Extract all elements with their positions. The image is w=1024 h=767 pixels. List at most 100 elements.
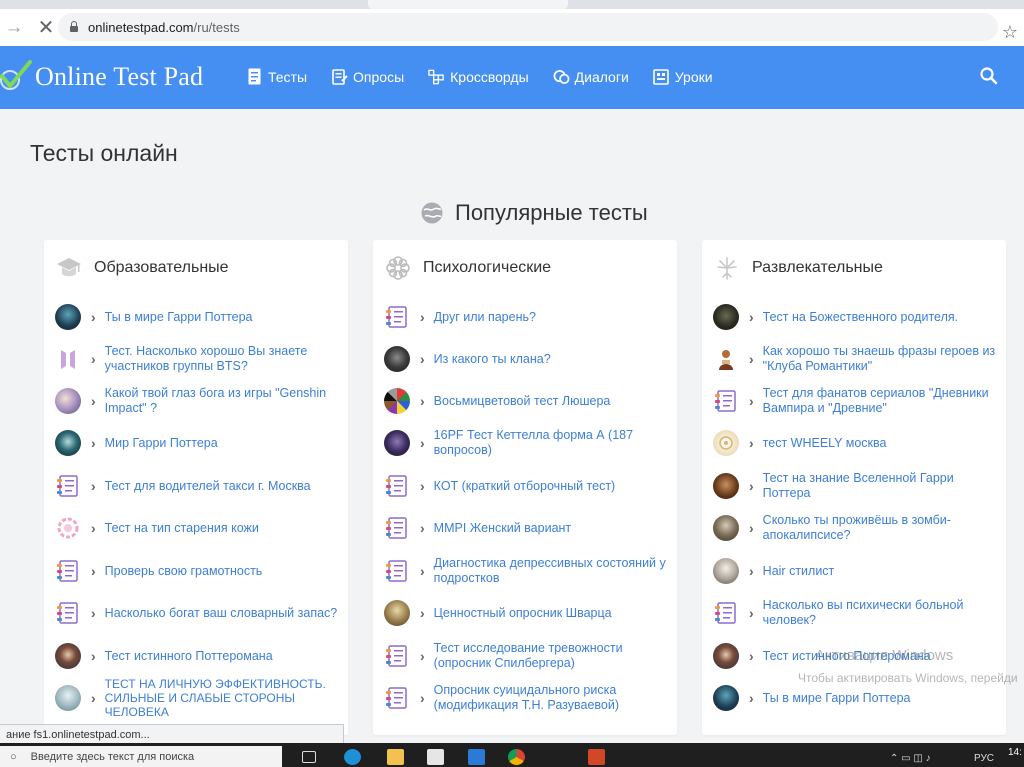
chevron-right-icon: › <box>420 393 425 409</box>
list-item[interactable]: › Сколько ты проживёшь в зомби-апокалипс… <box>713 508 1003 548</box>
test-link[interactable]: Ты в мире Гарри Поттера <box>105 310 253 325</box>
list-item[interactable]: › тест WHEELY москва <box>713 423 1003 463</box>
test-link[interactable]: Тест на знание Вселенной Гарри Поттера <box>763 471 1003 501</box>
test-thumbnail <box>55 388 81 414</box>
search-icon[interactable] <box>979 66 999 86</box>
test-link[interactable]: Друг или парень? <box>434 310 536 325</box>
list-item[interactable]: › Диагностика депрессивных состояний у п… <box>384 551 674 591</box>
test-link[interactable]: Мир Гарри Поттера <box>105 436 218 451</box>
list-item[interactable]: › Тест. Насколько хорошо Вы знаете участ… <box>55 339 345 379</box>
list-item[interactable]: › Какой твой глаз бога из игры "Genshin … <box>55 381 345 421</box>
chrome-icon[interactable] <box>508 749 525 765</box>
card-title[interactable]: Образовательные <box>94 259 229 277</box>
chevron-right-icon: › <box>420 690 425 706</box>
list-item[interactable]: › Как хорошо ты знаешь фразы героев из "… <box>713 339 1003 379</box>
crossword-icon <box>428 68 445 85</box>
list-item[interactable]: › Опросник суицидального риска (модифика… <box>384 678 674 718</box>
list-item[interactable]: › Тест на Божественного родителя. <box>713 297 1003 337</box>
test-link[interactable]: Как хорошо ты знаешь фразы героев из "Кл… <box>763 344 1003 374</box>
list-item[interactable]: › Тест исследование тревожности (опросни… <box>384 636 674 676</box>
list-item[interactable]: › MMPI Женский вариант <box>384 508 674 548</box>
test-link[interactable]: Опросник суицидального риска (модификаци… <box>434 683 674 713</box>
logo-check-icon[interactable] <box>0 56 32 96</box>
test-link[interactable]: КОТ (краткий отборочный тест) <box>434 479 616 494</box>
list-item[interactable]: › Тест на знание Вселенной Гарри Поттера <box>713 466 1003 506</box>
test-doc-icon <box>384 643 410 669</box>
list-item[interactable]: › 16PF Тест Кеттелла форма А (187 вопрос… <box>384 423 674 463</box>
clock[interactable]: 14: <box>1008 747 1022 758</box>
list-item[interactable]: › Друг или парень? <box>384 297 674 337</box>
test-thumbnail <box>55 515 81 541</box>
list-item[interactable]: › Проверь свою грамотность <box>55 551 345 591</box>
store-icon[interactable] <box>427 749 444 765</box>
test-link[interactable]: Восьмицветовой тест Люшера <box>434 394 611 409</box>
list-item[interactable]: › Тест для фанатов сериалов "Дневники Ва… <box>713 381 1003 421</box>
test-link[interactable]: Ценностный опросник Шварца <box>434 606 612 621</box>
test-link[interactable]: Диагностика депрессивных состояний у под… <box>434 556 674 586</box>
powerpoint-icon[interactable] <box>588 749 605 765</box>
list-item[interactable]: › Тест для водителей такси г. Москва <box>55 466 345 506</box>
test-link[interactable]: MMPI Женский вариант <box>434 521 571 536</box>
chevron-right-icon: › <box>420 478 425 494</box>
stop-loading-icon[interactable]: ✕ <box>33 15 59 41</box>
list-item[interactable]: › Насколько вы психически больной челове… <box>713 593 1003 633</box>
search-icon: ○ <box>10 750 17 763</box>
test-link[interactable]: Насколько богат ваш словарный запас? <box>105 606 338 621</box>
address-bar[interactable]: onlinetestpad.com/ru/tests <box>58 13 998 41</box>
test-link[interactable]: ТЕСТ НА ЛИЧНУЮ ЭФФЕКТИВНОСТЬ. СИЛЬНЫЕ И … <box>105 677 345 719</box>
test-link[interactable]: Тест. Насколько хорошо Вы знаете участни… <box>105 344 345 374</box>
list-item[interactable]: › КОТ (краткий отборочный тест) <box>384 466 674 506</box>
test-link[interactable]: Проверь свою грамотность <box>105 564 263 579</box>
test-link[interactable]: Тест истинного Поттеромана <box>105 649 273 664</box>
list-item[interactable]: › Ценностный опросник Шварца <box>384 593 674 633</box>
test-link[interactable]: Тест для водителей такси г. Москва <box>105 479 311 494</box>
list-item[interactable]: › Мир Гарри Поттера <box>55 423 345 463</box>
list-item[interactable]: › Ты в мире Гарри Поттера <box>55 297 345 337</box>
language-indicator[interactable]: РУС <box>974 753 994 764</box>
system-tray-icons[interactable]: ⌃ ▭ ◫ ♪ <box>890 753 931 764</box>
taskbar-search[interactable]: ○ Введите здесь текст для поиска <box>0 746 282 767</box>
test-link[interactable]: Насколько вы психически больной человек? <box>763 598 1003 628</box>
test-doc-icon <box>55 473 81 499</box>
test-link[interactable]: Hair стилист <box>763 564 835 579</box>
chevron-right-icon: › <box>420 563 425 579</box>
test-link[interactable]: Из какого ты клана? <box>434 352 551 367</box>
test-link[interactable]: Тест на Божественного родителя. <box>763 310 958 325</box>
test-link[interactable]: Какой твой глаз бога из игры "Genshin Im… <box>105 386 345 416</box>
document-icon <box>246 68 263 85</box>
mail-icon[interactable] <box>468 749 485 765</box>
nav-label: Кроссворды <box>450 68 529 85</box>
test-link[interactable]: Тест для фанатов сериалов "Дневники Вамп… <box>763 386 1003 416</box>
task-view-icon[interactable] <box>302 751 316 763</box>
nav-crosswords[interactable]: Кроссворды <box>428 68 529 85</box>
nav-label: Тесты <box>268 68 308 85</box>
test-link[interactable]: Ты в мире Гарри Поттера <box>763 691 911 706</box>
test-link[interactable]: тест WHEELY москва <box>763 436 887 451</box>
bookmark-star-icon[interactable]: ☆ <box>1002 22 1018 43</box>
chevron-right-icon: › <box>420 648 425 664</box>
test-link[interactable]: Тест на тип старения кожи <box>105 521 259 536</box>
forward-arrow-icon[interactable]: → <box>1 15 27 41</box>
site-logo[interactable]: Online Test Pad <box>35 62 203 92</box>
list-item[interactable]: › Восьмицветовой тест Люшера <box>384 381 674 421</box>
nav-tests[interactable]: Тесты <box>246 68 307 85</box>
card-title[interactable]: Психологические <box>423 259 551 277</box>
list-item[interactable]: › ТЕСТ НА ЛИЧНУЮ ЭФФЕКТИВНОСТЬ. СИЛЬНЫЕ … <box>55 677 345 719</box>
test-link[interactable]: 16PF Тест Кеттелла форма А (187 вопросов… <box>434 428 674 458</box>
list-item[interactable]: › Тест на тип старения кожи <box>55 508 345 548</box>
test-thumbnail <box>55 304 81 330</box>
nav-lessons[interactable]: Уроки <box>653 68 713 85</box>
active-tab[interactable] <box>368 0 568 9</box>
list-item[interactable]: › Из какого ты клана? <box>384 339 674 379</box>
edge-icon[interactable] <box>344 749 361 765</box>
list-item[interactable]: › Насколько богат ваш словарный запас? <box>55 593 345 633</box>
test-link[interactable]: Тест исследование тревожности (опросник … <box>434 641 674 671</box>
list-item[interactable]: › Тест истинного Поттеромана <box>55 636 345 676</box>
nav-dialogs[interactable]: Диалоги <box>553 68 629 85</box>
nav-surveys[interactable]: Опросы <box>331 68 404 85</box>
list-item[interactable]: › Hair стилист <box>713 551 1003 591</box>
file-explorer-icon[interactable] <box>387 749 404 765</box>
card-title[interactable]: Развлекательные <box>752 259 883 277</box>
test-thumbnail <box>713 473 739 499</box>
test-link[interactable]: Сколько ты проживёшь в зомби-апокалипсис… <box>763 513 1003 543</box>
